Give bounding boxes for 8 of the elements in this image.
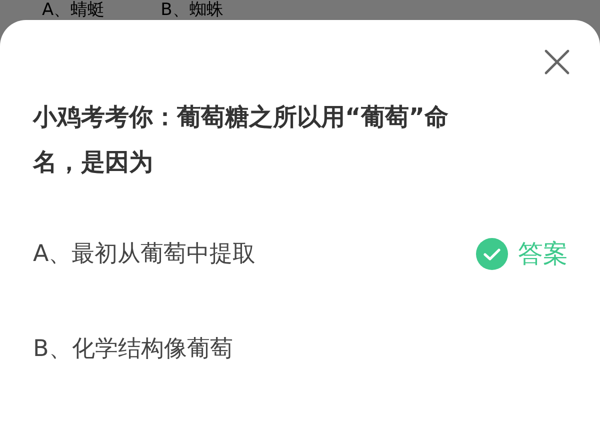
answer-label: 答案 [518, 238, 568, 270]
background-option: B、蜘蛛 [160, 0, 224, 20]
question-text: 小鸡考考你：葡萄糖之所以用“葡萄”命名，是因为 [33, 102, 450, 178]
close-icon[interactable] [544, 49, 570, 75]
option-text[interactable]: B、化学结构像葡萄 [33, 333, 568, 364]
check-icon [476, 238, 508, 270]
option-text[interactable]: A、最初从葡萄中提取 [33, 238, 476, 269]
background-option: A、蜻蜓 [42, 0, 105, 20]
